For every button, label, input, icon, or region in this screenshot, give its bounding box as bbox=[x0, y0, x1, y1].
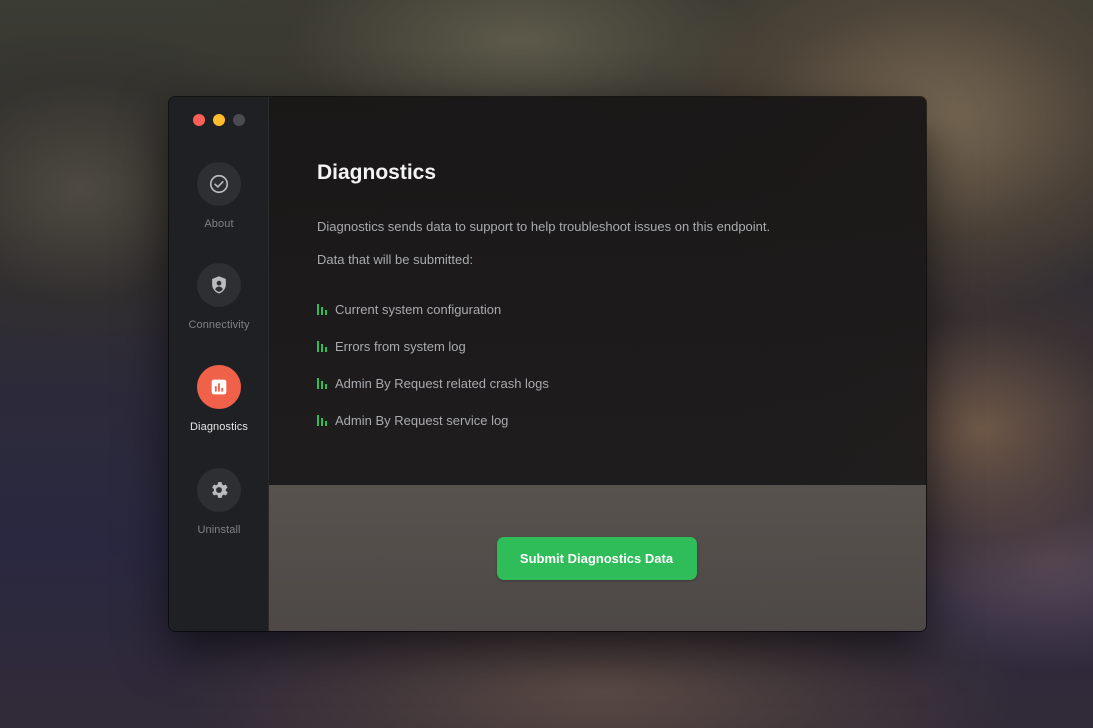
list-item: Current system configuration bbox=[317, 291, 896, 328]
sidebar-item-label: Uninstall bbox=[197, 524, 241, 536]
list-item-label: Current system configuration bbox=[335, 302, 502, 317]
action-footer: Submit Diagnostics Data bbox=[269, 485, 926, 631]
sidebar-item-uninstall[interactable]: Uninstall bbox=[169, 468, 269, 536]
description-text: Diagnostics sends data to support to hel… bbox=[317, 219, 771, 234]
close-window-button[interactable] bbox=[193, 114, 205, 126]
zoom-window-button[interactable] bbox=[233, 114, 245, 126]
diagnostics-content: Diagnostics Diagnostics sends data to su… bbox=[317, 161, 896, 439]
sidebar-item-label: Diagnostics bbox=[190, 421, 248, 433]
list-item: Admin By Request related crash logs bbox=[317, 365, 896, 402]
list-item: Errors from system log bbox=[317, 328, 896, 365]
sidebar-item-about[interactable]: About bbox=[169, 162, 269, 230]
minimize-window-button[interactable] bbox=[213, 114, 225, 126]
page-title: Diagnostics bbox=[317, 161, 437, 184]
shield-user-icon bbox=[197, 263, 241, 307]
gear-icon bbox=[197, 468, 241, 512]
bar-chart-icon bbox=[317, 378, 335, 389]
bar-chart-icon bbox=[317, 304, 335, 315]
sidebar-item-diagnostics[interactable]: Diagnostics bbox=[169, 365, 269, 433]
list-item-label: Admin By Request related crash logs bbox=[335, 376, 549, 391]
bar-chart-icon bbox=[317, 341, 335, 352]
sidebar: About Connectivity Diagnostics Uninstall bbox=[169, 97, 269, 631]
app-window: About Connectivity Diagnostics Uninstall… bbox=[169, 97, 926, 631]
main-panel: Diagnostics Diagnostics sends data to su… bbox=[269, 97, 926, 631]
window-controls bbox=[193, 114, 245, 126]
check-circle-icon bbox=[197, 162, 241, 206]
submitted-data-list: Current system configuration Errors from… bbox=[317, 291, 896, 439]
submitted-data-heading: Data that will be submitted: bbox=[317, 252, 474, 267]
bar-chart-icon bbox=[317, 415, 335, 426]
list-item: Admin By Request service log bbox=[317, 402, 896, 439]
sidebar-item-connectivity[interactable]: Connectivity bbox=[169, 263, 269, 331]
list-item-label: Admin By Request service log bbox=[335, 413, 509, 428]
sidebar-item-label: Connectivity bbox=[188, 319, 250, 331]
submit-diagnostics-button[interactable]: Submit Diagnostics Data bbox=[496, 536, 697, 580]
bar-chart-icon bbox=[197, 365, 241, 409]
list-item-label: Errors from system log bbox=[335, 339, 466, 354]
sidebar-item-label: About bbox=[204, 218, 234, 230]
